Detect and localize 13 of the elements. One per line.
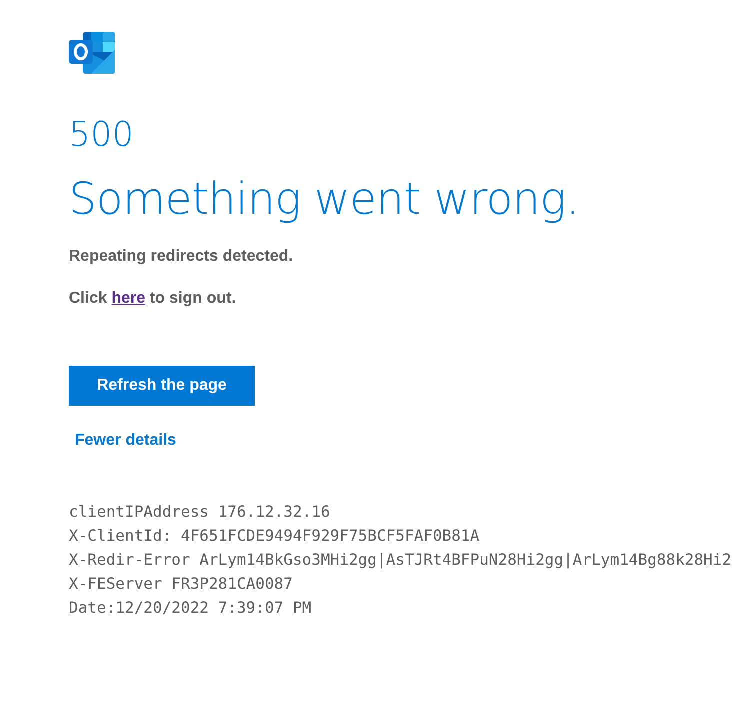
sign-out-text: Click here to sign out. <box>69 290 236 308</box>
detail-line: clientIPAddress 176.12.32.16 <box>69 502 332 524</box>
sign-out-link[interactable]: here <box>112 290 146 308</box>
detail-line: X-FEServer FR3P281CA0087 <box>69 574 294 596</box>
detail-line: X-Redir-Error ArLym14BkGso3MHi2gg|AsTJRt4BFPuN28Hi2gg|ArLym14Bg88k28Hi2 <box>69 550 732 572</box>
details-toggle-link[interactable]: Fewer details <box>75 432 176 450</box>
detail-line: X-ClientId: 4F651FCDE9494F929F75BCF5FAF0B81A <box>69 526 481 548</box>
detail-line: Date:12/20/2022 7:39:07 PM <box>69 598 313 620</box>
mail-app-logo-icon <box>69 32 115 74</box>
refresh-button[interactable]: Refresh the page <box>69 366 255 406</box>
error-title: Something went wrong. <box>69 176 580 224</box>
error-code: 500 <box>69 118 134 152</box>
error-message: Repeating redirects detected. <box>69 248 294 266</box>
